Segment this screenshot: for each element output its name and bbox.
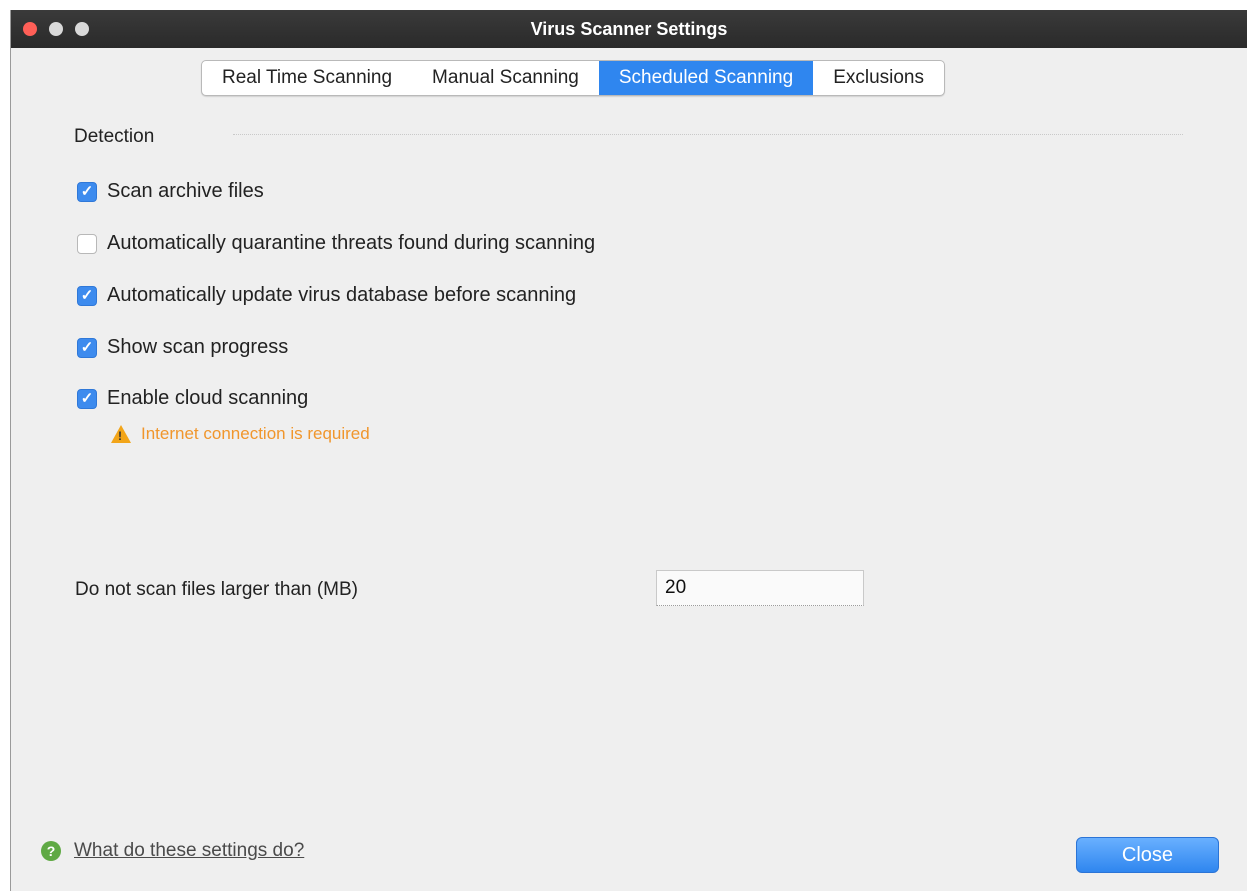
help-link[interactable]: What do these settings do? <box>74 840 304 862</box>
max-file-size-input[interactable] <box>656 570 864 606</box>
option-label: Enable cloud scanning <box>107 387 309 409</box>
checkbox-checked-icon[interactable]: ✓ <box>77 285 97 306</box>
settings-window: Virus Scanner Settings Real Time Scannin… <box>10 10 1247 891</box>
help-question-icon[interactable]: ? <box>41 841 61 861</box>
warning-icon: ! <box>111 425 131 443</box>
option-enable-cloud-scanning[interactable]: ✓ Enable cloud scanning <box>77 387 308 410</box>
title-bar: Virus Scanner Settings <box>11 10 1247 48</box>
cloud-warning: ! Internet connection is required <box>111 424 370 444</box>
help-section: ? What do these settings do? <box>41 840 304 862</box>
checkbox-checked-icon[interactable]: ✓ <box>77 181 97 202</box>
tab-scheduled-scanning[interactable]: Scheduled Scanning <box>598 61 814 95</box>
tab-bar: Real Time Scanning Manual Scanning Sched… <box>201 60 946 96</box>
tab-real-time-scanning[interactable]: Real Time Scanning <box>202 61 412 95</box>
option-label: Scan archive files <box>107 180 264 202</box>
max-file-size-label: Do not scan files larger than (MB) <box>75 579 359 600</box>
tab-manual-scanning[interactable]: Manual Scanning <box>412 61 599 95</box>
option-auto-quarantine[interactable]: Automatically quarantine threats found d… <box>77 232 595 255</box>
warning-text: Internet connection is required <box>141 424 370 443</box>
tab-exclusions[interactable]: Exclusions <box>813 61 944 95</box>
option-label: Show scan progress <box>107 336 289 358</box>
close-button[interactable]: Close <box>1076 837 1219 873</box>
option-label: Automatically update virus database befo… <box>107 284 577 306</box>
section-divider <box>233 134 1183 135</box>
option-label: Automatically quarantine threats found d… <box>107 232 596 254</box>
option-show-scan-progress[interactable]: ✓ Show scan progress <box>77 336 288 359</box>
checkbox-unchecked-icon[interactable] <box>77 233 97 254</box>
checkbox-checked-icon[interactable]: ✓ <box>77 388 97 409</box>
window-title: Virus Scanner Settings <box>530 19 728 39</box>
option-auto-update-database[interactable]: ✓ Automatically update virus database be… <box>77 284 576 307</box>
option-scan-archive-files[interactable]: ✓ Scan archive files <box>77 180 264 203</box>
checkbox-checked-icon[interactable]: ✓ <box>77 337 97 358</box>
section-heading-detection: Detection <box>74 126 155 147</box>
